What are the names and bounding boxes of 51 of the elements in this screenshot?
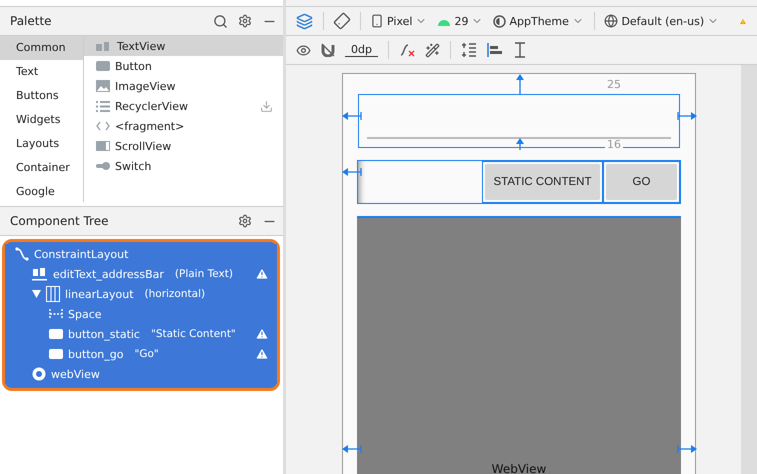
text-field-icon <box>32 267 48 281</box>
settings-icon[interactable] <box>238 14 252 28</box>
globe-icon <box>32 367 46 381</box>
space-icon <box>49 309 63 319</box>
scroll-view-icon <box>96 141 110 151</box>
address-text-field[interactable] <box>358 94 680 148</box>
columns-icon <box>46 286 60 302</box>
image-icon <box>96 80 110 92</box>
list-icon <box>96 100 110 112</box>
magnet-icon[interactable] <box>321 43 335 57</box>
palette-category[interactable]: Common <box>0 36 83 60</box>
settings-icon[interactable] <box>238 214 252 228</box>
theme-dropdown[interactable]: AppTheme <box>493 14 584 28</box>
margin-label: 16 <box>605 139 623 151</box>
constraint-arrow <box>677 110 697 122</box>
constraint-arrow <box>342 110 362 122</box>
clear-constraints-icon[interactable] <box>398 43 415 57</box>
expand-arrow-icon[interactable] <box>32 290 41 298</box>
rotate-icon[interactable] <box>334 13 350 29</box>
layers-icon[interactable] <box>296 12 313 30</box>
go-button[interactable]: GO <box>603 161 680 203</box>
static-content-button[interactable]: STATIC CONTENT <box>482 161 603 203</box>
eye-icon[interactable] <box>296 42 311 58</box>
button-shape-icon <box>49 349 63 359</box>
margin-label: 25 <box>605 79 623 91</box>
switch-icon <box>96 161 110 171</box>
globe-icon <box>604 14 618 28</box>
default-margin[interactable]: 0dp <box>345 43 378 57</box>
code-brackets-icon <box>96 121 110 131</box>
scrollbar[interactable] <box>741 65 757 474</box>
search-icon[interactable] <box>213 14 228 28</box>
guidelines-icon[interactable] <box>512 42 527 58</box>
web-view-label: WebView <box>492 462 546 474</box>
tree-item[interactable]: ConstraintLayout <box>5 244 277 264</box>
button-shape-icon <box>96 61 110 71</box>
pack-icon[interactable] <box>460 42 477 58</box>
panel-title: Palette <box>10 14 53 28</box>
button-shape-icon <box>49 329 63 339</box>
theme-icon <box>493 14 506 28</box>
constraint-arrow <box>515 138 525 150</box>
device-dropdown[interactable]: Pixel <box>370 14 428 28</box>
palette-widget[interactable]: TextView <box>84 36 283 56</box>
magic-wand-icon[interactable] <box>424 42 440 58</box>
align-icon[interactable] <box>486 42 503 58</box>
locale-dropdown[interactable]: Default (en-us) <box>604 14 720 28</box>
constraint-arrow <box>515 74 525 95</box>
constraint-icon <box>15 247 29 261</box>
phone-icon <box>370 14 384 28</box>
text-style-icon <box>96 40 112 52</box>
panel-title: Component Tree <box>10 214 110 228</box>
api-dropdown[interactable]: 29 <box>437 14 484 28</box>
